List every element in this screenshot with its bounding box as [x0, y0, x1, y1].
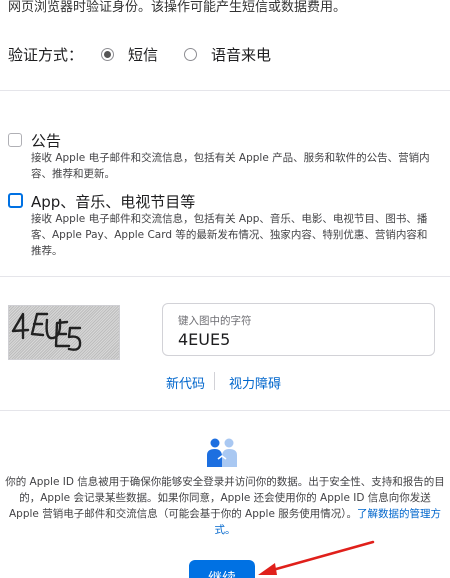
captcha-glyphs — [11, 312, 82, 351]
apps-music-description: 接收 Apple 电子邮件和交流信息，包括有关 App、音乐、电影、电视节目、图… — [31, 213, 428, 257]
captcha-input-field[interactable]: 键入图中的字符 4EUE5 — [162, 303, 435, 356]
radio-sms-label: 短信 — [128, 45, 159, 64]
radio-option-sms[interactable]: 短信 — [101, 44, 158, 65]
intro-text: 网页浏览器时验证身份。该操作可能产生短信或数据费用。 — [8, 0, 347, 15]
apps-music-title: App、音乐、电视节目等 — [31, 193, 196, 211]
verification-method-row: 验证方式： 短信 语音来电 — [8, 44, 297, 64]
divider — [0, 276, 450, 277]
divider — [0, 410, 450, 411]
verification-method-label: 验证方式： — [8, 45, 84, 64]
radio-voice-label: 语音来电 — [211, 45, 272, 64]
new-code-link[interactable]: 新代码 — [166, 373, 205, 392]
radio-sms[interactable] — [101, 47, 115, 61]
apps-music-checkbox[interactable] — [8, 193, 23, 208]
announcements-checkbox[interactable] — [8, 133, 22, 147]
radio-voice[interactable] — [184, 47, 198, 61]
divider — [0, 90, 450, 91]
captcha-image — [8, 305, 120, 360]
link-separator — [214, 372, 215, 390]
captcha-input-value[interactable]: 4EUE5 — [178, 330, 230, 349]
captcha-input-label: 键入图中的字符 — [178, 315, 252, 327]
handshake-people-icon — [207, 438, 237, 467]
radio-option-voice[interactable]: 语音来电 — [184, 44, 271, 65]
annotation-arrow-icon — [258, 540, 375, 575]
continue-button[interactable]: 继续 — [189, 560, 255, 578]
announcements-description: 接收 Apple 电子邮件和交流信息，包括有关 Apple 产品、服务和软件的公… — [31, 152, 430, 180]
announcements-title: 公告 — [31, 132, 62, 150]
privacy-notice: 你的 Apple ID 信息被用于确保你能够安全登录并访问你的数据。出于安全性、… — [4, 474, 446, 538]
vision-impaired-link[interactable]: 视力障碍 — [229, 373, 281, 392]
